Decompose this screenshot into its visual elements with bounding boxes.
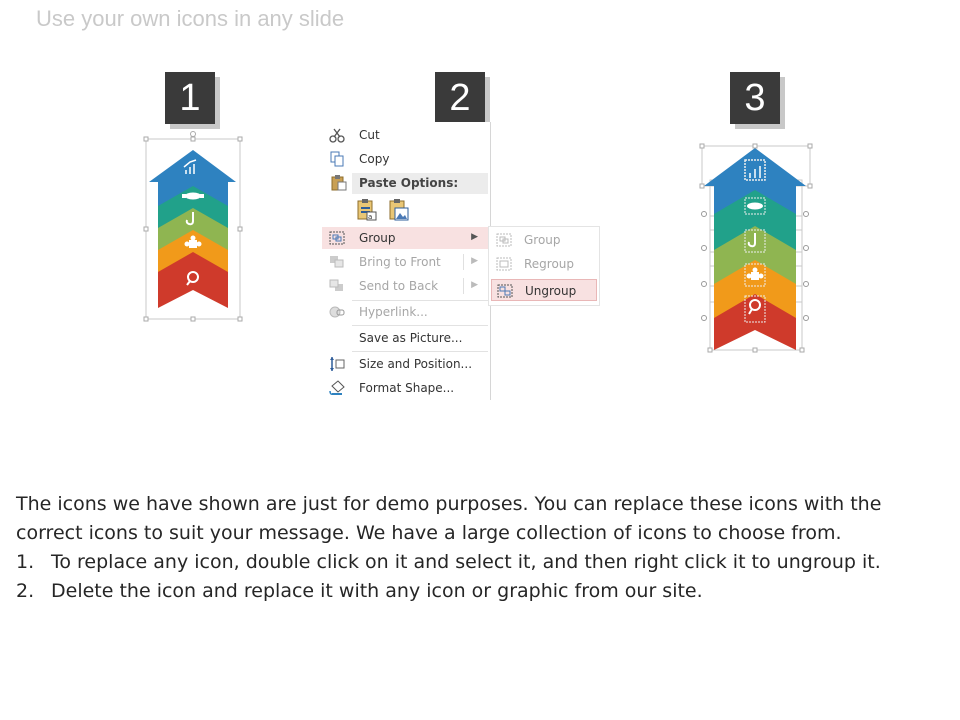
step-badge-3: 3 (730, 72, 780, 124)
step-text: To replace any icon, double click on it … (51, 551, 881, 573)
menu-item-label: Copy (359, 152, 390, 166)
group-submenu: Group Regroup Ungroup (488, 226, 600, 306)
menu-separator (352, 351, 488, 352)
paste-clipboard-icon (330, 175, 348, 194)
menu-item-send-to-back[interactable]: Send to Back ▶ (322, 275, 488, 297)
submenu-arrow-icon: ▶ (471, 256, 478, 266)
scissors-icon (328, 127, 346, 143)
menu-item-format-shape[interactable]: Format Shape... (322, 377, 488, 399)
menu-item-label: Size and Position... (359, 357, 473, 371)
menu-item-group[interactable]: Group ▶ (322, 227, 488, 249)
menu-item-label: Bring to Front (359, 255, 441, 269)
submenu-item-label: Regroup (524, 257, 575, 271)
instruction-step-2: 2. Delete the icon and replace it with a… (16, 577, 936, 606)
menu-item-cut[interactable]: Cut (322, 124, 488, 146)
menu-item-hyperlink[interactable]: Hyperlink... (322, 301, 488, 323)
step-text: Delete the icon and replace it with any … (51, 580, 703, 602)
step-number: 2. (16, 580, 35, 602)
submenu-arrow-icon: ▶ (471, 280, 478, 290)
menu-item-label: Send to Back (359, 279, 439, 293)
menu-item-bring-to-front[interactable]: Bring to Front ▶ (322, 251, 488, 273)
submenu-item-label: Ungroup (525, 284, 577, 298)
ungroup-icon (496, 283, 514, 299)
bring-to-front-icon (328, 254, 346, 270)
paste-options-header: Paste Options: (352, 173, 488, 194)
size-position-icon (328, 356, 346, 372)
instructions-intro: The icons we have shown are just for dem… (16, 493, 882, 544)
instructions-block: The icons we have shown are just for dem… (16, 490, 936, 606)
context-menu: Cut Copy Paste Options: a Group ▶ Bring … (322, 122, 491, 400)
instruction-step-1: 1. To replace any icon, double click on … (16, 548, 936, 577)
arrow-stack-grouped[interactable] (140, 130, 250, 325)
menu-divider (463, 254, 464, 270)
submenu-item-ungroup[interactable]: Ungroup (491, 279, 597, 301)
paste-options-label: Paste Options: (359, 176, 459, 190)
menu-item-label: Hyperlink... (359, 305, 428, 319)
menu-divider (463, 278, 464, 294)
menu-item-size-and-position[interactable]: Size and Position... (322, 353, 488, 375)
paste-picture-icon[interactable] (388, 198, 410, 225)
menu-item-label: Save as Picture... (359, 331, 463, 345)
step-number: 1. (16, 551, 35, 573)
menu-separator (352, 325, 488, 326)
submenu-item-regroup[interactable]: Regroup (491, 253, 597, 275)
group-icon (328, 230, 346, 246)
slide-title: Use your own icons in any slide (36, 6, 345, 31)
step-badge-1: 1 (165, 72, 215, 124)
menu-item-label: Cut (359, 128, 380, 142)
menu-item-label: Group (359, 231, 396, 245)
paste-keep-formatting-icon[interactable]: a (356, 198, 378, 225)
menu-item-label: Format Shape... (359, 381, 455, 395)
send-to-back-icon (328, 278, 346, 294)
menu-item-save-as-picture[interactable]: Save as Picture... (322, 327, 488, 349)
hyperlink-icon (328, 304, 346, 320)
group-icon (495, 232, 513, 248)
menu-item-copy[interactable]: Copy (322, 148, 488, 170)
svg-text:a: a (368, 213, 372, 221)
submenu-item-group[interactable]: Group (491, 229, 597, 251)
step-badge-2: 2 (435, 72, 485, 124)
copy-icon (328, 151, 346, 167)
arrow-stack-ungrouped[interactable] (698, 138, 818, 358)
regroup-icon (495, 256, 513, 272)
paint-bucket-icon (328, 380, 346, 396)
submenu-item-label: Group (524, 233, 561, 247)
submenu-arrow-icon: ▶ (471, 232, 478, 242)
